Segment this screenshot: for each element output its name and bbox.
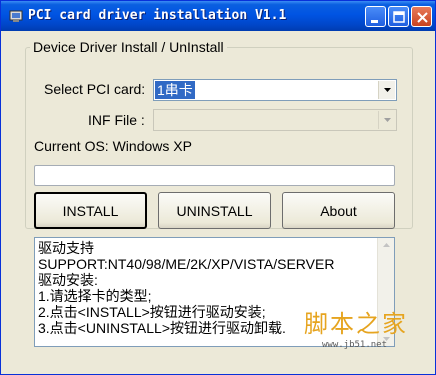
arrow-up-icon[interactable] — [383, 243, 390, 247]
window-title: PCI card driver installation V1.1 — [28, 8, 287, 23]
info-line: 驱动支持 — [38, 240, 94, 256]
maximize-icon — [393, 11, 405, 23]
pci-card-value: 1串卡 — [155, 81, 195, 99]
inf-file-label: INF File : — [88, 112, 145, 128]
minimize-button[interactable] — [365, 6, 386, 27]
info-line: 3.点击<UNINSTALL>按钮进行驱动卸载. — [38, 320, 286, 336]
close-icon — [417, 12, 428, 23]
group-title: Device Driver Install / UnInstall — [30, 39, 227, 55]
install-button[interactable]: INSTALL — [34, 192, 147, 229]
close-button[interactable] — [411, 6, 432, 27]
main-window: PCI card driver installation V1.1 Device… — [0, 0, 436, 375]
chevron-down-icon — [384, 88, 391, 92]
pci-dropdown-button[interactable] — [378, 81, 395, 99]
current-os-text: Current OS: Windows XP — [34, 138, 192, 154]
inf-file-select[interactable] — [153, 109, 397, 131]
watermark-url: www.jb51.net — [322, 340, 388, 350]
info-line: 驱动安装: — [38, 272, 98, 288]
info-line: 1.请选择卡的类型; — [38, 288, 152, 304]
select-pci-label: Select PCI card: — [44, 81, 146, 97]
watermark-logo: 脚本之家 — [304, 310, 408, 338]
install-progress-bar — [34, 165, 395, 186]
pci-card-select[interactable]: 1串卡 — [153, 79, 397, 101]
title-bar[interactable]: PCI card driver installation V1.1 — [1, 1, 435, 31]
uninstall-button[interactable]: UNINSTALL — [158, 192, 271, 229]
info-line: 2.点击<INSTALL>按钮进行驱动安装; — [38, 304, 266, 320]
minimize-icon — [371, 20, 378, 23]
info-text: 驱动支持 SUPPORT:NT40/98/ME/2K/XP/VISTA/SERVE… — [38, 240, 334, 336]
maximize-button[interactable] — [388, 6, 409, 27]
info-line: SUPPORT:NT40/98/ME/2K/XP/VISTA/SERVER — [38, 256, 335, 272]
about-button[interactable]: About — [282, 192, 395, 229]
chevron-down-icon — [384, 118, 391, 122]
inf-dropdown-button[interactable] — [378, 111, 395, 129]
app-icon[interactable] — [8, 8, 24, 24]
